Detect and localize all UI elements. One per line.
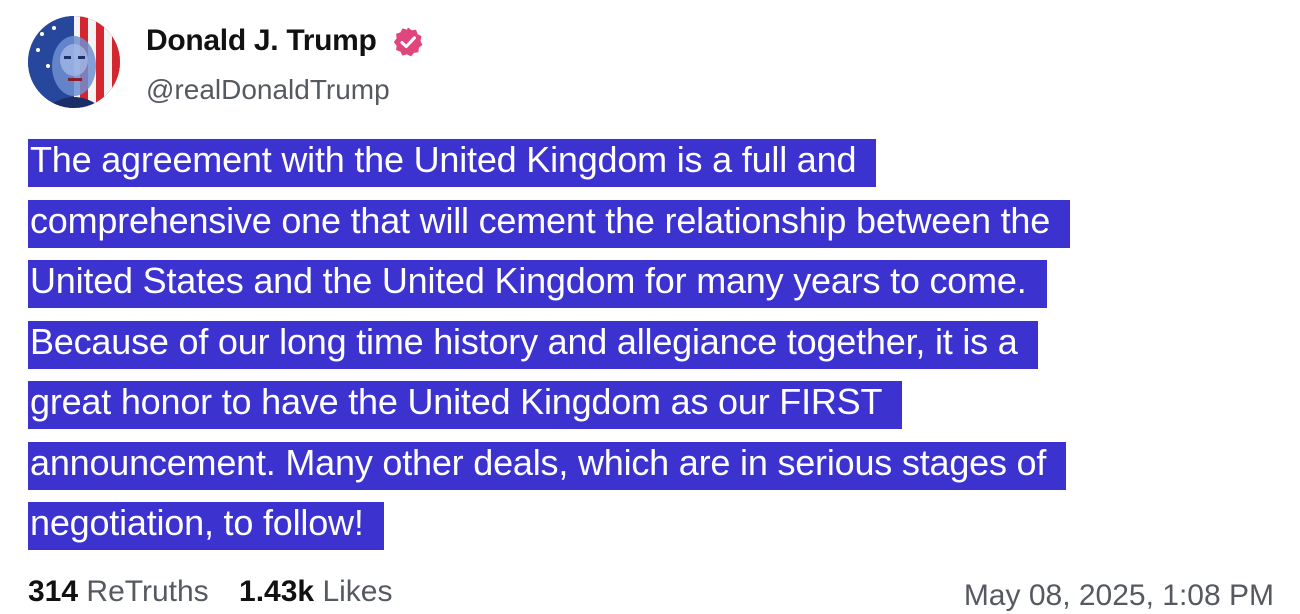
post-body-line: Because of our long time history and all…: [28, 312, 1278, 373]
author-display-name[interactable]: Donald J. Trump: [146, 22, 377, 60]
selected-text: The agreement with the United Kingdom is…: [28, 139, 877, 187]
post-body-line: announcement. Many other deals, which ar…: [28, 433, 1278, 494]
post-body-line: comprehensive one that will cement the r…: [28, 191, 1278, 252]
retruths-count: 314: [28, 575, 79, 608]
post-body-line: negotiation, to follow!: [28, 493, 1278, 554]
retruths-label: ReTruths: [86, 575, 209, 608]
selected-text: comprehensive one that will cement the r…: [28, 199, 1071, 248]
post-stats: 314 ReTruths 1.43k Likes: [28, 574, 392, 610]
selected-text: great honor to have the United Kingdom a…: [28, 381, 903, 429]
selected-text: negotiation, to follow!: [28, 502, 384, 550]
likes-stat[interactable]: 1.43k Likes: [239, 575, 392, 608]
selected-text: United States and the United Kingdom for…: [28, 260, 1047, 308]
avatar[interactable]: [28, 16, 120, 108]
likes-count: 1.43k: [239, 575, 315, 608]
selected-text: announcement. Many other deals, which ar…: [28, 441, 1067, 490]
post-body-line: United States and the United Kingdom for…: [28, 251, 1278, 312]
selected-text: Because of our long time history and all…: [28, 320, 1038, 369]
post-body-line: great honor to have the United Kingdom a…: [28, 372, 1278, 433]
post-body-line: The agreement with the United Kingdom is…: [28, 130, 1278, 191]
retruths-stat[interactable]: 314 ReTruths: [28, 575, 231, 608]
avatar-image-icon: [28, 16, 120, 108]
post-card: Donald J. Trump @realDonaldTrump The agr…: [0, 0, 1300, 613]
author-handle[interactable]: @realDonaldTrump: [146, 72, 390, 108]
likes-label: Likes: [322, 575, 393, 608]
verified-badge-icon: [393, 27, 423, 57]
post-timestamp[interactable]: May 08, 2025, 1:08 PM: [964, 578, 1274, 614]
post-body-text: The agreement with the United Kingdom is…: [28, 130, 1278, 554]
